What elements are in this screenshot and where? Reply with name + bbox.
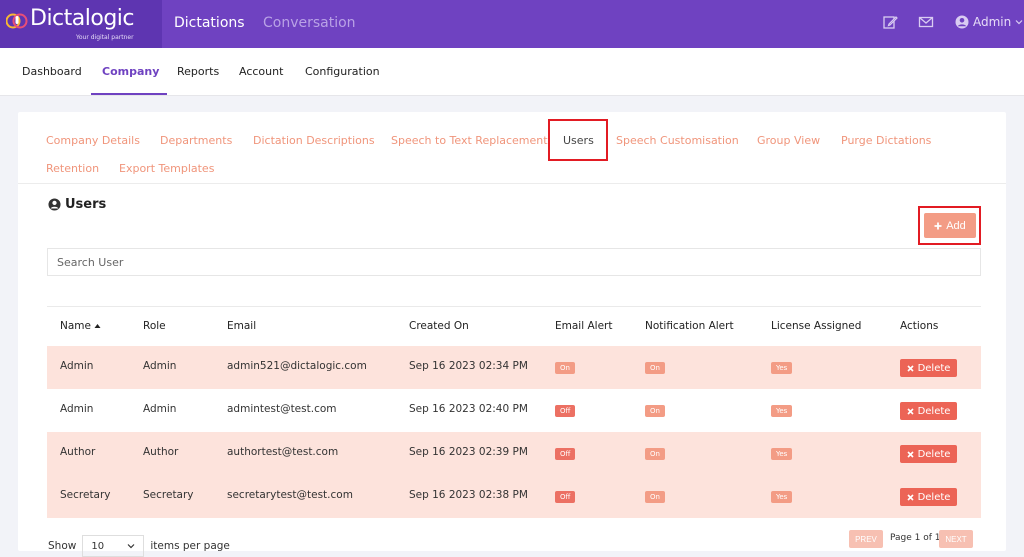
tab-group-view[interactable]: Group View [757, 134, 820, 147]
cell-name: Secretary [60, 489, 111, 501]
plus-icon [934, 222, 942, 229]
table-top-border [47, 306, 981, 307]
license-badge: Yes [771, 491, 793, 503]
edit-icon[interactable] [882, 14, 898, 30]
per-page-select[interactable]: 10 [82, 535, 145, 557]
close-icon [906, 407, 914, 415]
topnav-dictations[interactable]: Dictations [174, 15, 245, 31]
cell-created-on: Sep 16 2023 02:40 PM [409, 403, 528, 415]
add-user-button[interactable]: Add [924, 213, 976, 238]
cell-name: Admin [60, 360, 94, 372]
search-input[interactable] [47, 248, 981, 276]
top-bar: Dictalogic Your digital partner Dictatio… [0, 0, 1024, 48]
tab-departments[interactable]: Departments [160, 134, 232, 147]
per-page-value: 10 [91, 540, 105, 552]
brand-logo[interactable]: Dictalogic Your digital partner [0, 0, 162, 48]
user-circle-icon [955, 15, 969, 29]
brand-logo-icon [6, 13, 28, 29]
delete-button[interactable]: Delete [900, 402, 957, 420]
cell-created-on: Sep 16 2023 02:38 PM [409, 489, 528, 501]
page-indicator: Page 1 of 1 [890, 533, 941, 543]
sort-asc-icon [94, 324, 101, 328]
cell-role: Admin [143, 360, 177, 372]
subnav-account[interactable]: Account [239, 65, 283, 78]
delete-button-label: Delete [917, 405, 951, 417]
user-circle-icon [48, 198, 61, 211]
delete-button-label: Delete [917, 362, 951, 374]
column-header-role[interactable]: Role [143, 320, 166, 332]
users-tab-highlight [548, 119, 608, 161]
close-icon [906, 364, 914, 372]
column-header-license-assigned[interactable]: License Assigned [771, 320, 861, 332]
column-header-email[interactable]: Email [227, 320, 256, 332]
sub-nav: Dashboard Company Reports Account Config… [0, 48, 1024, 96]
cell-role: Admin [143, 403, 177, 415]
tab-company-details[interactable]: Company Details [46, 134, 140, 147]
column-header-name[interactable]: Name [60, 320, 101, 332]
chevron-down-icon [1015, 20, 1023, 25]
add-button-label: Add [946, 219, 966, 232]
notification-alert-badge[interactable]: On [645, 448, 665, 460]
section-heading: Users [48, 197, 106, 212]
cell-created-on: Sep 16 2023 02:39 PM [409, 446, 528, 458]
tab-retention[interactable]: Retention [46, 162, 99, 175]
cell-email: admintest@test.com [227, 403, 337, 415]
brand-name: Dictalogic [30, 6, 135, 31]
license-badge: Yes [771, 448, 793, 460]
cell-email: authortest@test.com [227, 446, 339, 458]
page-size-control: Show 10 items per page [48, 535, 230, 557]
column-header-email-alert[interactable]: Email Alert [555, 320, 612, 332]
chevron-down-icon [127, 544, 135, 549]
tab-purge-dictations[interactable]: Purge Dictations [841, 134, 931, 147]
subnav-dashboard[interactable]: Dashboard [22, 65, 82, 78]
show-label: Show [48, 540, 77, 552]
column-header-notification-alert[interactable]: Notification Alert [645, 320, 734, 332]
tab-speech-to-text-replacement[interactable]: Speech to Text Replacement [391, 134, 548, 147]
next-page-button[interactable]: NEXT [939, 530, 973, 548]
delete-button[interactable]: Delete [900, 488, 957, 506]
user-name: Admin [973, 15, 1012, 29]
subnav-company[interactable]: Company [102, 65, 159, 78]
license-badge: Yes [771, 405, 793, 417]
cell-role: Secretary [143, 489, 194, 501]
column-header-created-on[interactable]: Created On [409, 320, 469, 332]
delete-button-label: Delete [917, 491, 951, 503]
items-per-page-label: items per page [150, 540, 230, 552]
notification-alert-badge[interactable]: On [645, 362, 665, 374]
column-header-actions: Actions [900, 320, 939, 332]
tabs-divider [18, 183, 1006, 184]
delete-button[interactable]: Delete [900, 359, 957, 377]
cell-email: secretarytest@test.com [227, 489, 353, 501]
license-badge: Yes [771, 362, 793, 374]
cell-created-on: Sep 16 2023 02:34 PM [409, 360, 528, 372]
brand-tagline: Your digital partner [76, 34, 134, 41]
tab-export-templates[interactable]: Export Templates [119, 162, 214, 175]
cell-role: Author [143, 446, 179, 458]
subnav-reports[interactable]: Reports [177, 65, 219, 78]
section-title: Users [65, 197, 107, 212]
email-alert-badge[interactable]: Off [555, 405, 576, 417]
tab-speech-customisation[interactable]: Speech Customisation [616, 134, 739, 147]
tab-dictation-descriptions[interactable]: Dictation Descriptions [253, 134, 375, 147]
notification-alert-badge[interactable]: On [645, 405, 665, 417]
email-alert-badge[interactable]: Off [555, 491, 576, 503]
mail-icon[interactable] [918, 14, 934, 30]
topnav-conversation[interactable]: Conversation [263, 15, 356, 31]
subnav-active-indicator [91, 93, 167, 95]
cell-name: Author [60, 446, 96, 458]
cell-name: Admin [60, 403, 94, 415]
subnav-configuration[interactable]: Configuration [305, 65, 380, 78]
email-alert-badge[interactable]: On [555, 362, 575, 374]
email-alert-badge[interactable]: Off [555, 448, 576, 460]
delete-button-label: Delete [917, 448, 951, 460]
notification-alert-badge[interactable]: On [645, 491, 665, 503]
close-icon [906, 450, 914, 458]
prev-page-button[interactable]: PREV [849, 530, 883, 548]
delete-button[interactable]: Delete [900, 445, 957, 463]
cell-email: admin521@dictalogic.com [227, 360, 367, 372]
close-icon [906, 493, 914, 501]
user-menu[interactable]: Admin [955, 15, 1023, 29]
